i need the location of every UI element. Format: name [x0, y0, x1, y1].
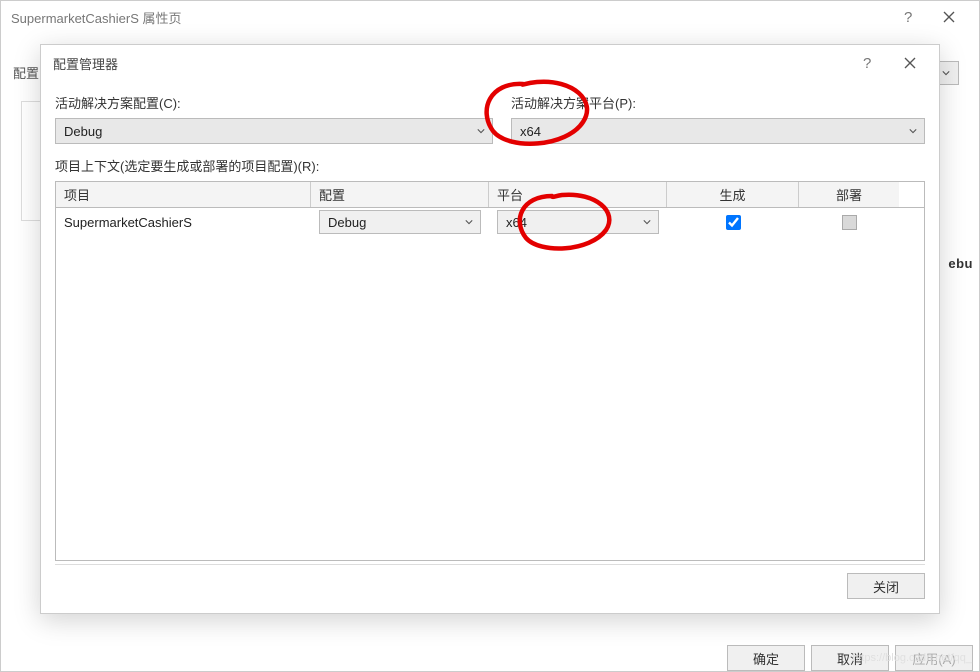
active-config-dropdown[interactable]: Debug: [55, 118, 493, 144]
configuration-manager-dialog: 配置管理器 ? 活动解决方案配置(C): Debug 活动解决方案平台(P): …: [40, 44, 940, 614]
outer-title-text: SupermarketCashierS 属性页: [11, 8, 889, 27]
col-config[interactable]: 配置: [311, 182, 489, 207]
row-build-checkbox[interactable]: [726, 215, 741, 230]
project-context-label: 项目上下文(选定要生成或部署的项目配置)(R):: [55, 156, 925, 175]
cell-project: SupermarketCashierS: [56, 215, 311, 230]
active-platform-value: x64: [520, 124, 541, 139]
project-grid: 项目 配置 平台 生成 部署 SupermarketCashierS Debug…: [55, 181, 925, 561]
help-icon[interactable]: ?: [847, 45, 889, 81]
chevron-down-icon: [470, 119, 492, 143]
close-icon[interactable]: [889, 45, 931, 81]
svg-text:?: ?: [863, 55, 871, 72]
separator: [55, 564, 925, 565]
ok-button[interactable]: 确定: [727, 645, 805, 671]
col-platform[interactable]: 平台: [489, 182, 667, 207]
active-config-value: Debug: [64, 124, 102, 139]
chevron-down-icon: [636, 211, 658, 233]
help-icon[interactable]: ?: [889, 1, 929, 33]
col-project[interactable]: 项目: [56, 182, 311, 207]
partial-platform-text: ebu: [948, 256, 973, 271]
inner-titlebar: 配置管理器 ?: [41, 45, 939, 81]
watermark: https://blog.csdn.net/qq_: [852, 652, 972, 664]
col-deploy[interactable]: 部署: [799, 182, 899, 207]
close-button[interactable]: 关闭: [847, 573, 925, 599]
grid-header: 项目 配置 平台 生成 部署: [56, 182, 924, 208]
active-config-label: 活动解决方案配置(C):: [55, 93, 493, 112]
active-platform-dropdown[interactable]: x64: [511, 118, 925, 144]
chevron-down-icon: [902, 119, 924, 143]
outer-titlebar: SupermarketCashierS 属性页 ?: [1, 1, 979, 33]
inner-title-text: 配置管理器: [53, 54, 847, 73]
row-platform-dropdown[interactable]: x64: [497, 210, 659, 234]
chevron-down-icon: [458, 211, 480, 233]
outer-config-label: 配置: [13, 63, 39, 82]
close-icon[interactable]: [929, 1, 969, 33]
row-deploy-checkbox-disabled: [842, 215, 857, 230]
svg-text:?: ?: [904, 9, 912, 26]
table-row: SupermarketCashierS Debug x64: [56, 208, 924, 236]
row-config-dropdown[interactable]: Debug: [319, 210, 481, 234]
col-build[interactable]: 生成: [667, 182, 799, 207]
inner-content: 活动解决方案配置(C): Debug 活动解决方案平台(P): x64 项目上下…: [41, 81, 939, 571]
active-platform-label: 活动解决方案平台(P):: [511, 93, 925, 112]
